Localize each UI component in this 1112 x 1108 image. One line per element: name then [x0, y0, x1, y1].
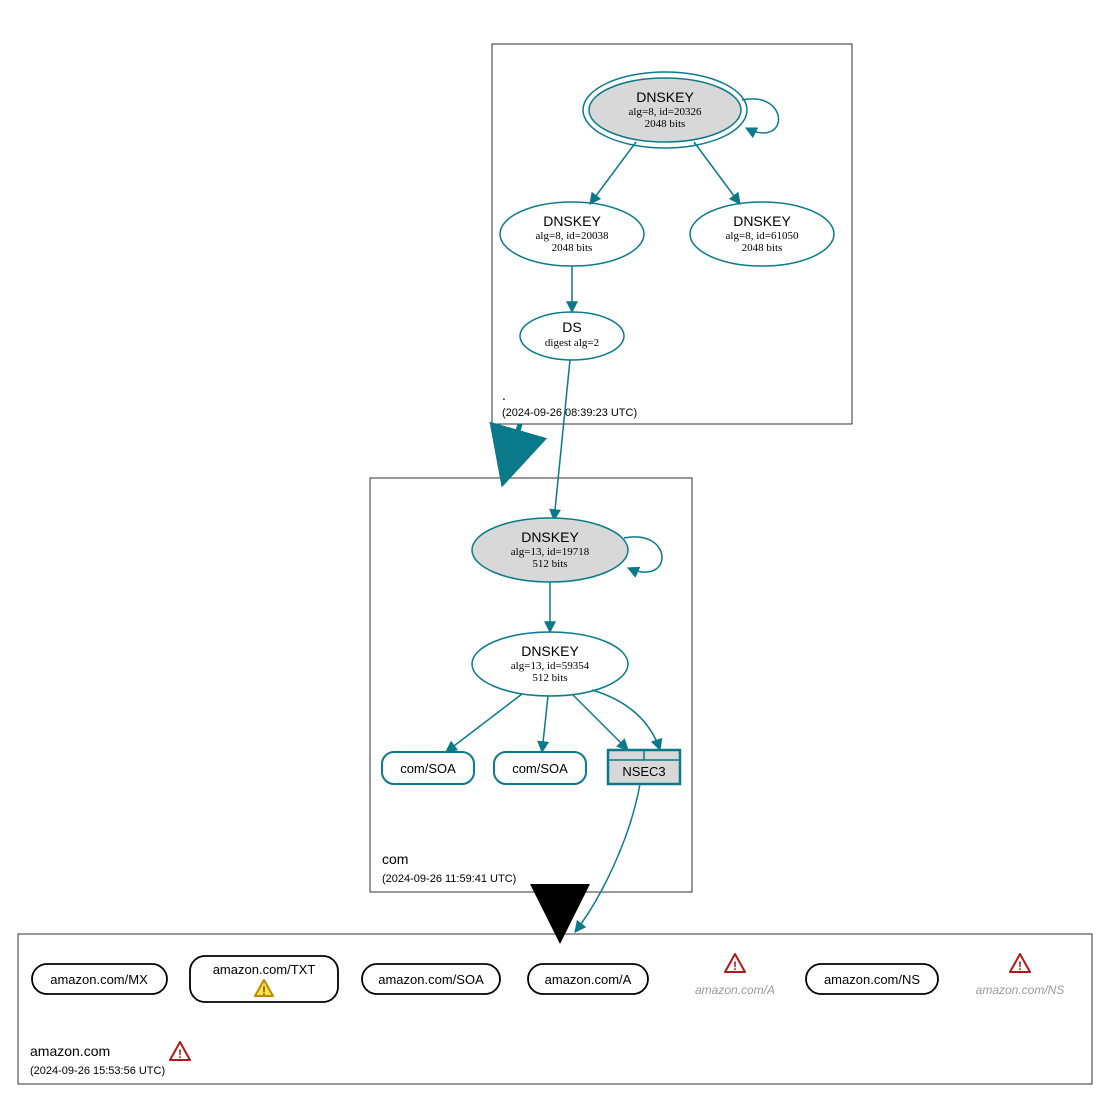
svg-text:amazon.com/A: amazon.com/A: [695, 983, 775, 997]
svg-text:2048 bits: 2048 bits: [552, 242, 593, 254]
edge-comzsk-soa1: [446, 694, 522, 752]
edge-comzsk-nsec3a: [572, 694, 628, 750]
svg-text:alg=8, id=61050: alg=8, id=61050: [726, 230, 799, 242]
edge-nsec3-amazon: [575, 784, 640, 932]
svg-text:alg=8, id=20326: alg=8, id=20326: [629, 106, 702, 118]
svg-text:DNSKEY: DNSKEY: [521, 643, 579, 659]
svg-text:amazon.com/NS: amazon.com/NS: [824, 972, 920, 987]
svg-text:!: !: [733, 959, 737, 973]
com-nsec3[interactable]: NSEC3: [608, 750, 680, 784]
svg-text:alg=13, id=59354: alg=13, id=59354: [511, 660, 590, 672]
svg-text:!: !: [1018, 959, 1022, 973]
root-dnskey-b[interactable]: DNSKEY alg=8, id=61050 2048 bits: [690, 202, 834, 266]
svg-text:DNSKEY: DNSKEY: [521, 529, 579, 545]
amazon-ns[interactable]: amazon.com/NS: [806, 964, 938, 994]
svg-text:amazon.com/A: amazon.com/A: [545, 972, 632, 987]
svg-text:NSEC3: NSEC3: [622, 764, 665, 779]
zone-amazon-timestamp: (2024-09-26 15:53:56 UTC): [30, 1065, 165, 1077]
svg-text:512 bits: 512 bits: [532, 672, 567, 684]
zone-amazon-box: [18, 934, 1092, 1084]
com-soa-2[interactable]: com/SOA: [494, 752, 586, 784]
svg-text:amazon.com/SOA: amazon.com/SOA: [378, 972, 484, 987]
zone-amazon-error-icon: !: [170, 1042, 190, 1061]
svg-text:2048 bits: 2048 bits: [742, 242, 783, 254]
amazon-soa[interactable]: amazon.com/SOA: [362, 964, 500, 994]
dnssec-graph: . (2024-09-26 08:39:23 UTC) DNSKEY alg=8…: [0, 0, 1112, 1108]
svg-text:DS: DS: [562, 319, 581, 335]
edge-root-com-deleg: [505, 424, 520, 476]
com-sep-selfloop: [624, 537, 662, 572]
svg-text:512 bits: 512 bits: [532, 558, 567, 570]
edge-comzsk-nsec3b: [592, 690, 660, 750]
root-ds[interactable]: DS digest alg=2: [520, 312, 624, 360]
svg-text:amazon.com/TXT: amazon.com/TXT: [213, 962, 316, 977]
svg-text:digest alg=2: digest alg=2: [545, 337, 599, 349]
error-icon: !: [1010, 954, 1030, 973]
svg-text:alg=8, id=20038: alg=8, id=20038: [536, 230, 609, 242]
svg-text:!: !: [262, 984, 266, 998]
svg-text:DNSKEY: DNSKEY: [543, 213, 601, 229]
edge-comzsk-soa2: [542, 696, 548, 752]
svg-text:amazon.com/MX: amazon.com/MX: [50, 972, 148, 987]
svg-text:2048 bits: 2048 bits: [645, 118, 686, 130]
zone-com-timestamp: (2024-09-26 11:59:41 UTC): [382, 873, 516, 885]
zone-root-title: .: [502, 387, 506, 403]
amazon-mx[interactable]: amazon.com/MX: [32, 964, 167, 994]
svg-text:DNSKEY: DNSKEY: [636, 89, 694, 105]
root-dnskey-a[interactable]: DNSKEY alg=8, id=20038 2048 bits: [500, 202, 644, 266]
zone-amazon-title: amazon.com: [30, 1043, 110, 1059]
error-icon: !: [725, 954, 745, 973]
zone-com-title: com: [382, 851, 408, 867]
zone-root-timestamp: (2024-09-26 08:39:23 UTC): [502, 407, 637, 419]
svg-text:amazon.com/NS: amazon.com/NS: [976, 983, 1065, 997]
edge-rootsep-a: [590, 142, 636, 204]
edge-rootsep-b: [694, 142, 740, 204]
amazon-ns-insecure[interactable]: ! amazon.com/NS: [976, 954, 1065, 997]
svg-text:!: !: [178, 1047, 182, 1061]
root-sep-selfloop: [742, 99, 779, 133]
svg-text:DNSKEY: DNSKEY: [733, 213, 791, 229]
com-dnskey-sep[interactable]: DNSKEY alg=13, id=19718 512 bits: [472, 518, 628, 582]
svg-text:com/SOA: com/SOA: [400, 761, 456, 776]
root-dnskey-sep[interactable]: DNSKEY alg=8, id=20326 2048 bits: [583, 72, 747, 148]
amazon-a[interactable]: amazon.com/A: [528, 964, 648, 994]
com-soa-1[interactable]: com/SOA: [382, 752, 474, 784]
amazon-txt[interactable]: amazon.com/TXT !: [190, 956, 338, 1002]
svg-text:alg=13, id=19718: alg=13, id=19718: [511, 546, 590, 558]
amazon-a-insecure[interactable]: ! amazon.com/A: [695, 954, 775, 997]
com-dnskey-a[interactable]: DNSKEY alg=13, id=59354 512 bits: [472, 632, 628, 696]
svg-text:com/SOA: com/SOA: [512, 761, 568, 776]
edge-ds-comkey: [554, 360, 570, 520]
